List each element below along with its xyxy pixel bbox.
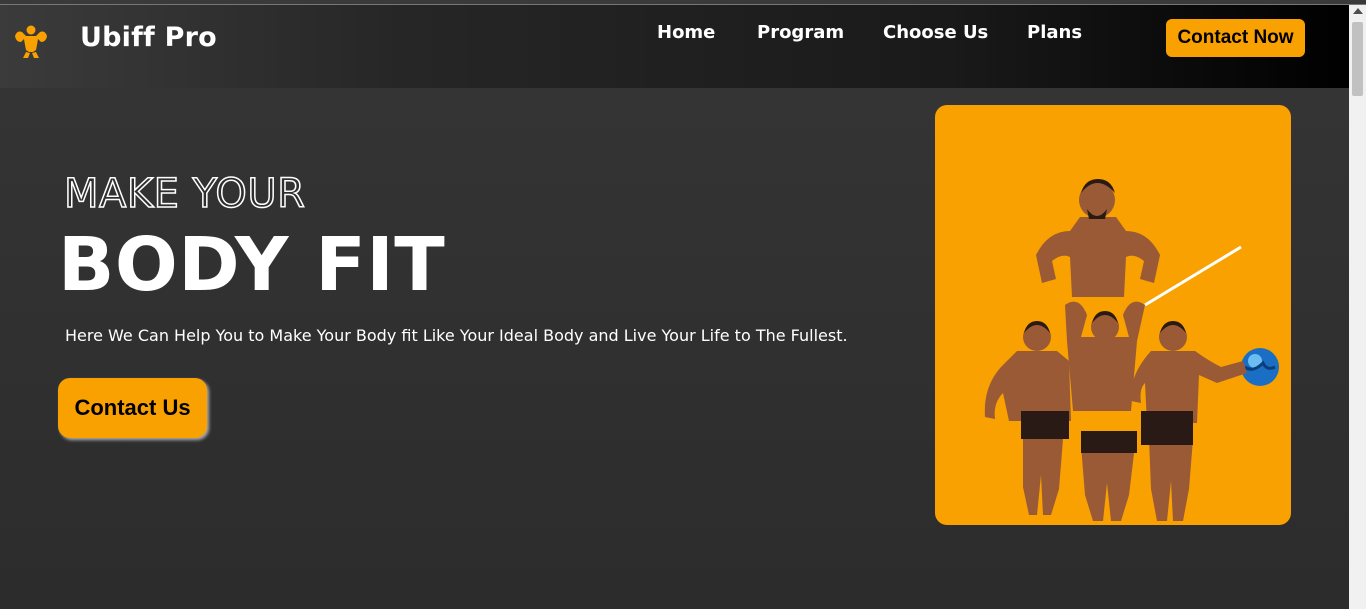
nav-plans[interactable]: Plans xyxy=(1027,22,1082,43)
scrollbar-thumb[interactable] xyxy=(1352,22,1363,96)
nav-choose-us[interactable]: Choose Us xyxy=(883,22,988,43)
scroll-up-arrow-icon[interactable] xyxy=(1353,8,1363,14)
brand-name[interactable]: Ubiff Pro xyxy=(80,22,217,53)
hero-section: MAKE YOUR BODY FIT Here We Can Help You … xyxy=(0,88,1349,609)
hero-headline: BODY FIT xyxy=(58,222,446,308)
hero-image xyxy=(935,105,1291,525)
nav-program[interactable]: Program xyxy=(757,22,844,43)
contact-now-button[interactable]: Contact Now xyxy=(1166,19,1305,57)
bodybuilders-image xyxy=(984,179,1279,521)
hero-headline-outline: MAKE YOUR xyxy=(63,170,306,218)
navbar: Ubiff Pro Home Program Choose Us Plans C… xyxy=(0,5,1349,88)
contact-us-button[interactable]: Contact Us xyxy=(58,378,207,438)
nav-home[interactable]: Home xyxy=(657,22,715,43)
hero-subtitle: Here We Can Help You to Make Your Body f… xyxy=(65,326,848,345)
muscle-man-logo-icon[interactable] xyxy=(12,22,50,60)
